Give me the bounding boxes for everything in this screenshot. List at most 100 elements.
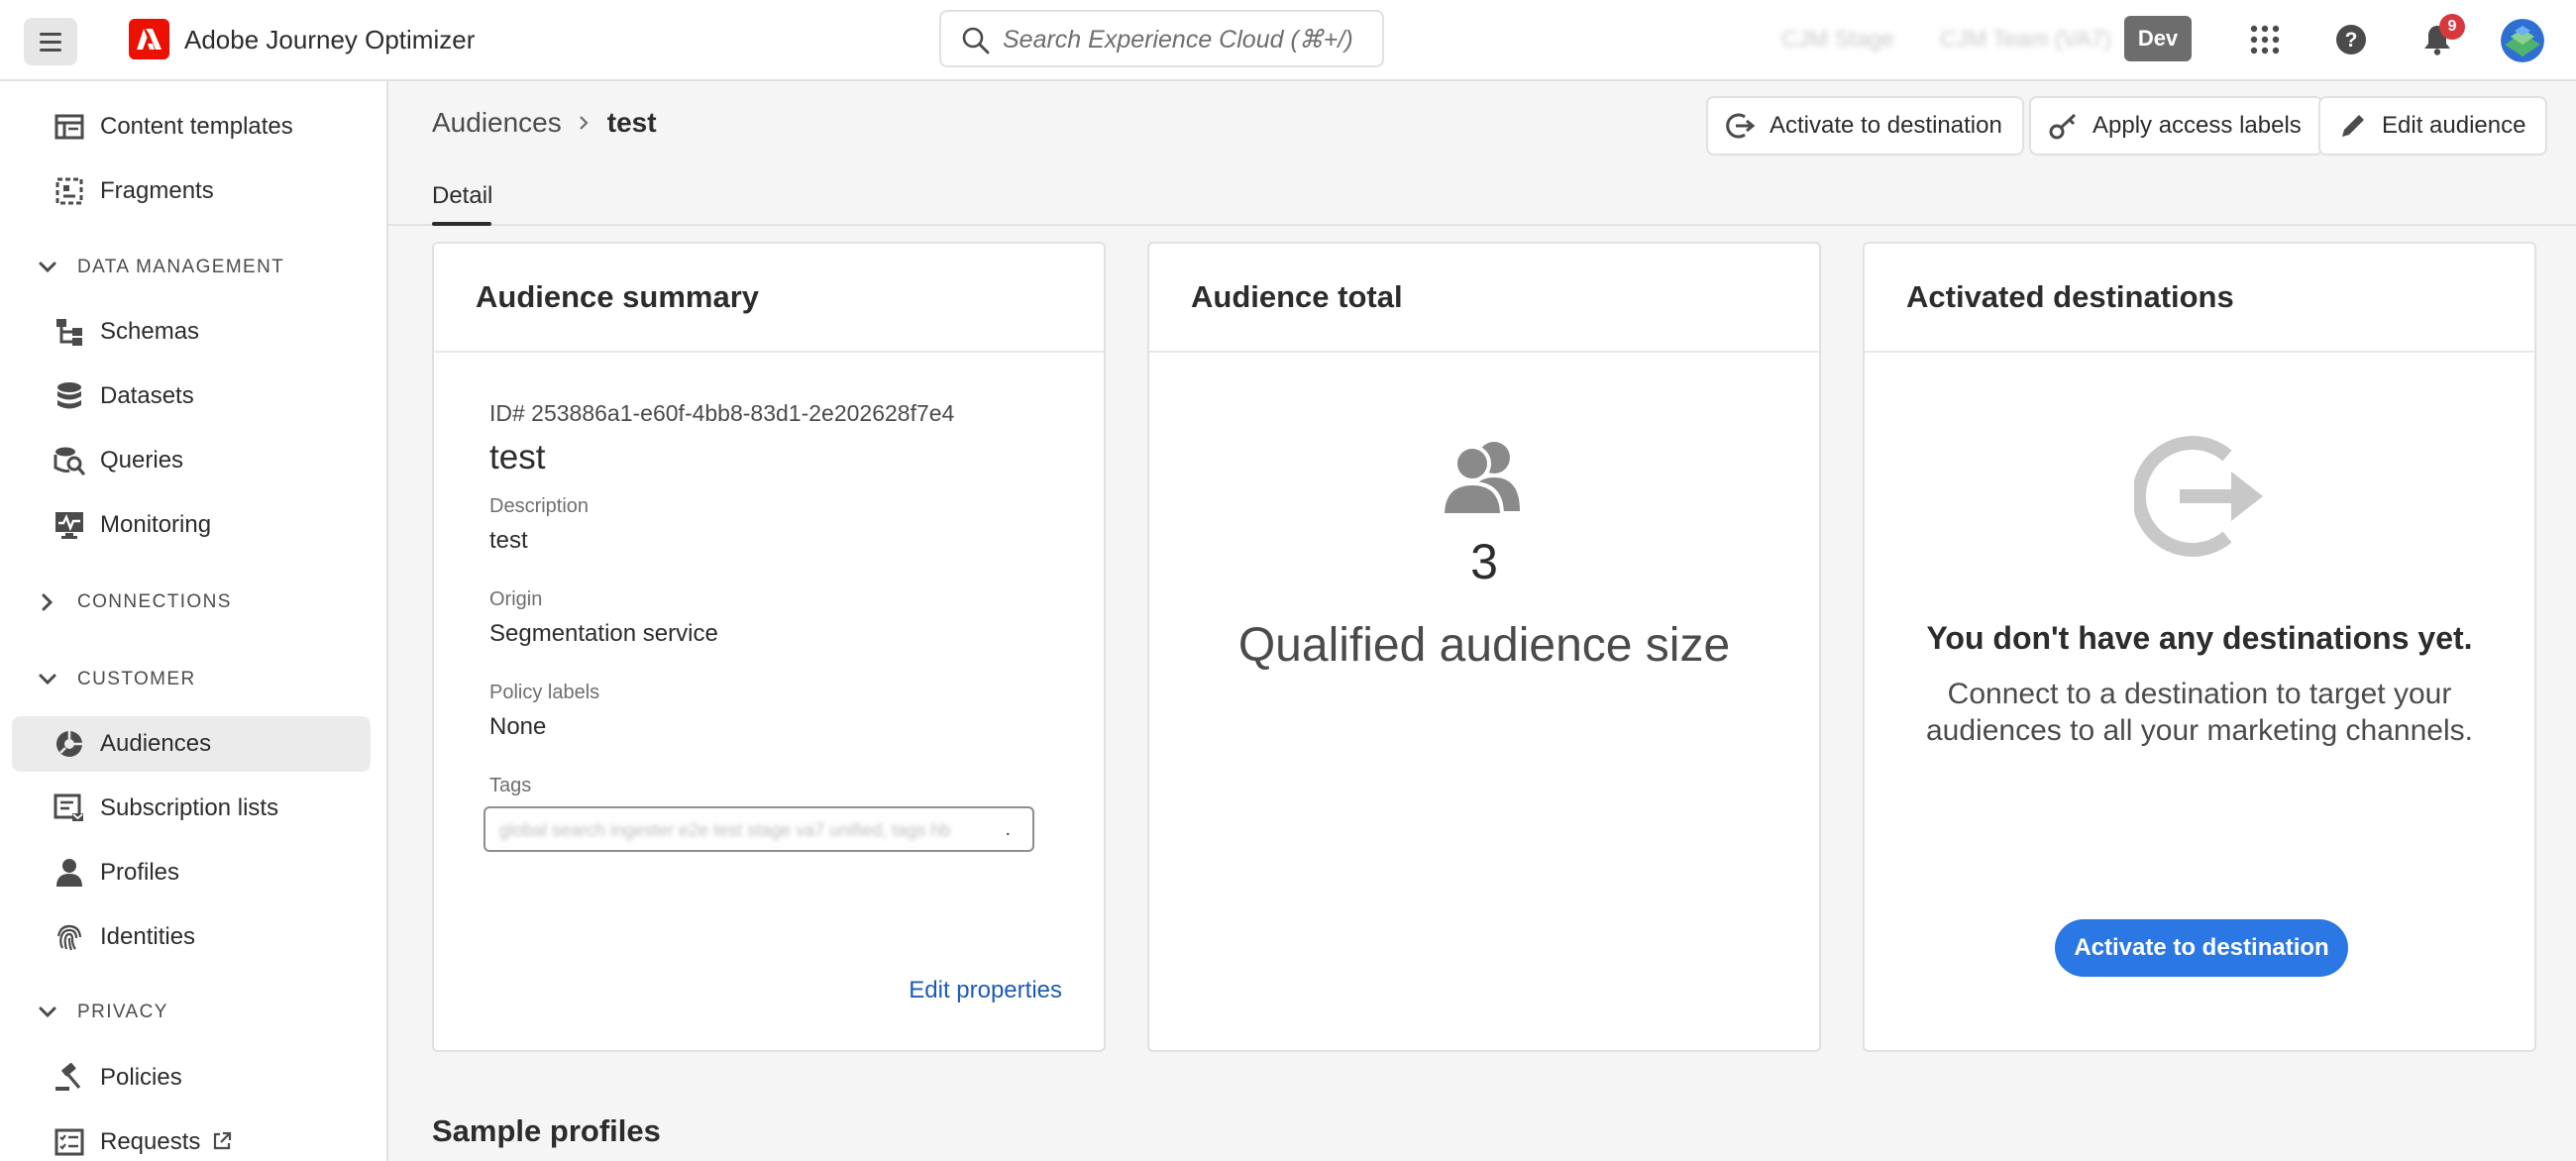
environment-badge[interactable]: Dev (2124, 16, 2192, 61)
tags-value: global search ingester e2e test stage va… (499, 820, 951, 840)
sidebar-item-monitoring[interactable]: Monitoring (12, 497, 371, 553)
origin-label: Origin (489, 588, 543, 610)
sidebar-item-datasets[interactable]: Datasets (12, 369, 371, 424)
breadcrumb: Audiences test (432, 107, 657, 139)
tab-selected-indicator (432, 222, 491, 226)
sidebar-item-label: Policies (100, 1064, 182, 1091)
section-data-management[interactable]: DATA MANAGEMENT (36, 248, 284, 287)
description-label: Description (489, 495, 590, 517)
section-privacy[interactable]: PRIVACY (36, 993, 168, 1032)
audience-total-card: Audience total 3 Qualified audience size (1147, 242, 1821, 1052)
org-name[interactable]: CJM Stage (1781, 26, 1894, 53)
activate-to-destination-primary-button[interactable]: Activate to destination (2055, 919, 2348, 977)
audience-summary-card: Audience summary ID# 253886a1-e60f-4bb8-… (432, 242, 1106, 1052)
description-value: test (489, 527, 528, 554)
top-bar: Adobe Journey Optimizer CJM Stage CJM Te… (0, 0, 2576, 81)
datasets-icon (54, 380, 85, 412)
activate-to-destination-button[interactable]: Activate to destination (1706, 96, 2024, 156)
audience-count-label: Qualified audience size (1237, 619, 1731, 672)
search-icon (962, 27, 990, 54)
sidebar-item-label: Content templates (100, 113, 293, 140)
content-templates-icon (54, 111, 85, 143)
sidebar-item-policies[interactable]: Policies (12, 1050, 371, 1106)
sidebar-item-label: Identities (100, 923, 196, 950)
tags-overflow: . (1005, 818, 1011, 840)
sidebar-item-identities[interactable]: Identities (12, 909, 371, 965)
page-title: test (606, 107, 657, 138)
sidebar-item-queries[interactable]: Queries (12, 433, 371, 488)
fragments-icon (54, 175, 85, 207)
adobe-logo-icon[interactable] (129, 19, 169, 59)
sample-profiles-heading: Sample profiles (432, 1113, 661, 1148)
user-group-icon (1435, 438, 1530, 517)
breadcrumb-link-audiences[interactable]: Audiences (432, 107, 562, 139)
help-icon[interactable]: ? (2331, 20, 2371, 59)
section-label: CUSTOMER (77, 669, 196, 689)
sidebar-item-profiles[interactable]: Profiles (12, 845, 371, 900)
queries-icon (54, 445, 85, 476)
section-label: CONNECTIONS (77, 591, 232, 612)
svg-text:?: ? (2345, 29, 2358, 52)
sidebar-item-content-templates[interactable]: Content templates (12, 99, 371, 155)
profiles-icon (54, 857, 85, 889)
button-label: Apply access labels (2093, 112, 2302, 139)
section-customer[interactable]: CUSTOMER (36, 660, 196, 699)
chevron-down-icon (36, 1001, 59, 1024)
audiences-icon (54, 728, 85, 760)
empty-state-description: Connect to a destination to target your … (1926, 678, 2473, 747)
origin-value: Segmentation service (489, 620, 718, 647)
sidebar: Content templates Fragments DATA MANAGEM… (0, 81, 388, 1161)
edit-audience-button[interactable]: Edit audience (2318, 96, 2548, 156)
card-title: Activated destinations (1865, 244, 2534, 353)
section-label: PRIVACY (77, 1002, 168, 1022)
subscription-lists-icon (54, 792, 85, 824)
sidebar-item-label: Subscription lists (100, 794, 279, 821)
sidebar-item-audiences[interactable]: Audiences (12, 716, 371, 772)
tab-bar: Detail (388, 174, 2576, 226)
tags-label: Tags (489, 775, 532, 796)
audience-count: 3 (1470, 534, 1498, 589)
sidebar-item-requests[interactable]: Requests (12, 1114, 371, 1161)
sidebar-item-fragments[interactable]: Fragments (12, 163, 371, 219)
chevron-down-icon (36, 668, 59, 691)
search-box[interactable] (939, 10, 1384, 67)
sidebar-item-schemas[interactable]: Schemas (12, 304, 371, 360)
card-title: Audience summary (434, 244, 1104, 353)
policy-labels-label: Policy labels (489, 682, 600, 703)
key-icon (2047, 109, 2081, 143)
user-avatar-icon[interactable] (2501, 19, 2544, 62)
edit-properties-link[interactable]: Edit properties (909, 977, 1062, 1004)
requests-icon (54, 1126, 85, 1158)
sidebar-item-label: Audiences (100, 730, 212, 757)
notification-count-badge: 9 (2439, 14, 2465, 40)
search-input[interactable] (1003, 22, 1369, 57)
sidebar-item-label: Schemas (100, 318, 200, 345)
chevron-right-icon (578, 116, 591, 130)
activate-destination-icon (1724, 109, 1758, 143)
app-title[interactable]: Adobe Journey Optimizer (184, 25, 475, 55)
card-title: Audience total (1149, 244, 1819, 353)
empty-state-title: You don't have any destinations yet. (1926, 620, 2473, 656)
sidebar-item-label: Queries (100, 447, 184, 474)
audience-name: test (489, 438, 546, 476)
sidebar-item-label: Fragments (100, 177, 214, 204)
chevron-right-icon (36, 590, 59, 614)
tab-detail[interactable]: Detail (432, 182, 492, 210)
tags-field[interactable]: global search ingester e2e test stage va… (483, 806, 1034, 852)
section-connections[interactable]: CONNECTIONS (36, 582, 232, 622)
apps-grid-icon[interactable] (2245, 20, 2285, 59)
menu-icon[interactable] (24, 18, 77, 65)
sandbox-name[interactable]: CJM Team (VA7) (1940, 26, 2111, 53)
external-link-icon (212, 1131, 232, 1156)
sidebar-item-label: Monitoring (100, 511, 212, 538)
sidebar-item-label: Requests (100, 1128, 201, 1155)
edit-pencil-icon (2336, 109, 2370, 143)
activated-destinations-card: Activated destinations You don't have an… (1863, 242, 2536, 1052)
button-label: Edit audience (2382, 112, 2526, 139)
activate-destination-icon (2131, 432, 2271, 561)
policy-labels-value: None (489, 713, 547, 740)
apply-access-labels-button[interactable]: Apply access labels (2029, 96, 2323, 156)
identities-icon (54, 921, 85, 953)
sidebar-item-subscription-lists[interactable]: Subscription lists (12, 781, 371, 836)
monitoring-icon (54, 509, 85, 541)
